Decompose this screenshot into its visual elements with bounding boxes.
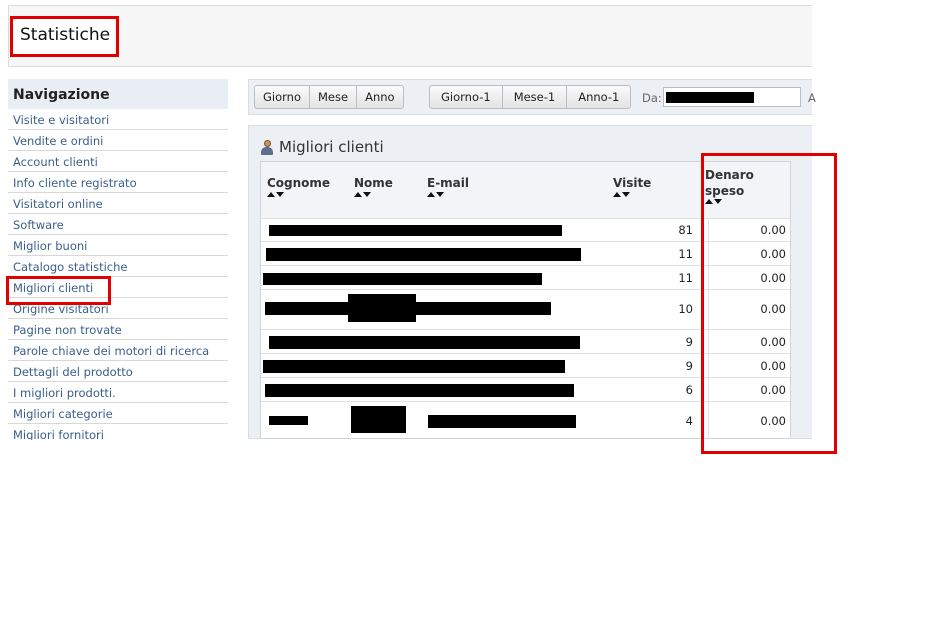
redacted-customer-data (263, 360, 565, 373)
column-cognome: Cognome (267, 176, 330, 200)
to-date-label: A (808, 91, 816, 105)
sidebar-item-migliori-clienti[interactable]: Migliori clienti (8, 277, 228, 298)
sidebar-item-parole-chiave[interactable]: Parole chiave dei motori di ricerca (8, 340, 228, 361)
table-header: Cognome Nome E-mail Visite Denaro speso (261, 162, 790, 219)
from-date-label: Da: (642, 91, 662, 105)
date-toolbar: Giorno Mese Anno Giorno-1 Mese-1 Anno-1 … (248, 79, 816, 115)
denaro-value: 0.00 (760, 223, 786, 237)
sidebar-item-migliori-categorie[interactable]: Migliori categorie (8, 403, 228, 424)
denaro-value: 0.00 (760, 247, 786, 261)
denaro-value: 0.00 (760, 414, 786, 428)
visite-value: 9 (685, 359, 693, 373)
anno-1-button[interactable]: Anno-1 (566, 85, 632, 109)
sidebar-item-dettagli-prodotto[interactable]: Dettagli del prodotto (8, 361, 228, 382)
sidebar-item-origine-visitatori[interactable]: Origine visitatori (8, 298, 228, 319)
redacted-customer-data (351, 406, 406, 433)
best-customers-panel: Migliori clienti Cognome Nome E-mail Vis… (248, 125, 812, 439)
sidebar-item-vendite-e-ordini[interactable]: Vendite e ordini (8, 130, 228, 151)
sort-email-icon[interactable] (427, 192, 469, 200)
visite-value: 6 (685, 383, 693, 397)
page-header: Statistiche (8, 5, 812, 67)
denaro-value: 0.00 (760, 335, 786, 349)
redacted-customer-data (269, 336, 580, 349)
sidebar-item-account-clienti[interactable]: Account clienti (8, 151, 228, 172)
redacted-customer-data (348, 294, 416, 322)
redacted-customer-data (269, 416, 308, 425)
redacted-customer-data (265, 384, 574, 397)
sidebar-item-migliori-prodotti[interactable]: I migliori prodotti. (8, 382, 228, 403)
from-date-input[interactable] (663, 87, 801, 107)
panel-title: Migliori clienti (279, 138, 384, 156)
giorno-button[interactable]: Giorno (254, 85, 310, 109)
page-title: Statistiche (14, 17, 114, 54)
sidebar-item-software[interactable]: Software (8, 214, 228, 235)
sidebar-item-visite-e-visitatori[interactable]: Visite e visitatori (8, 109, 228, 130)
redacted-customer-data (428, 415, 576, 428)
table-row: 11 0.00 (261, 266, 790, 290)
visite-value: 11 (678, 271, 693, 285)
table-row: 11 0.00 (261, 242, 790, 266)
panel-title-row: Migliori clienti (261, 138, 384, 156)
mese-button[interactable]: Mese (309, 85, 358, 109)
visite-value: 11 (678, 247, 693, 261)
column-visite-label: Visite (613, 176, 652, 190)
table-row: 4 0.00 (261, 402, 790, 438)
denaro-value: 0.00 (760, 359, 786, 373)
visite-value: 10 (678, 302, 693, 316)
sidebar-nav: Visite e visitatori Vendite e ordini Acc… (8, 109, 228, 440)
table-row: 81 0.00 (261, 218, 790, 242)
column-email-label: E-mail (427, 176, 470, 190)
table-row: 9 0.00 (261, 354, 790, 378)
sidebar-item-catalogo-statistiche[interactable]: Catalogo statistiche (8, 256, 228, 277)
table-row: 10 0.00 (261, 290, 790, 330)
sort-denaro-icon[interactable] (705, 199, 754, 207)
redacted-customer-data (266, 248, 581, 261)
sort-visite-icon[interactable] (613, 192, 651, 200)
user-icon (261, 139, 273, 155)
column-cognome-label: Cognome (267, 176, 331, 190)
customers-table: Cognome Nome E-mail Visite Denaro speso (260, 161, 791, 439)
denaro-value: 0.00 (760, 302, 786, 316)
column-denaro-speso: Denaro speso (705, 167, 754, 207)
sidebar-item-miglior-buoni[interactable]: Miglior buoni (8, 235, 228, 256)
sort-cognome-icon[interactable] (267, 192, 330, 200)
period-button-group: Giorno Mese Anno (254, 85, 404, 109)
denaro-value: 0.00 (760, 271, 786, 285)
visite-value: 81 (678, 223, 693, 237)
column-visite: Visite (613, 176, 651, 200)
table-row: 9 0.00 (261, 330, 790, 354)
sidebar-heading: Navigazione (8, 79, 228, 109)
sidebar-item-info-cliente-registrato[interactable]: Info cliente registrato (8, 172, 228, 193)
denaro-value: 0.00 (760, 383, 786, 397)
visite-value: 4 (685, 414, 693, 428)
redacted-date (666, 92, 754, 103)
mese-1-button[interactable]: Mese-1 (501, 85, 568, 109)
column-email: E-mail (427, 176, 469, 200)
column-denaro-label-line2: speso (705, 184, 745, 198)
anno-button[interactable]: Anno (356, 85, 404, 109)
column-denaro-label-line1: Denaro (705, 168, 754, 182)
previous-period-button-group: Giorno-1 Mese-1 Anno-1 (429, 85, 632, 109)
redacted-customer-data (263, 273, 542, 285)
sidebar-item-migliori-fornitori[interactable]: Migliori fornitori (8, 424, 228, 440)
giorno-1-button[interactable]: Giorno-1 (429, 85, 503, 109)
column-nome-label: Nome (354, 176, 393, 190)
sidebar-item-visitatori-online[interactable]: Visitatori online (8, 193, 228, 214)
visite-value: 9 (685, 335, 693, 349)
table-row: 6 0.00 (261, 378, 790, 402)
sidebar-item-pagine-non-trovate[interactable]: Pagine non trovate (8, 319, 228, 340)
redacted-customer-data (269, 225, 562, 236)
sort-nome-icon[interactable] (354, 192, 393, 200)
column-nome: Nome (354, 176, 393, 200)
